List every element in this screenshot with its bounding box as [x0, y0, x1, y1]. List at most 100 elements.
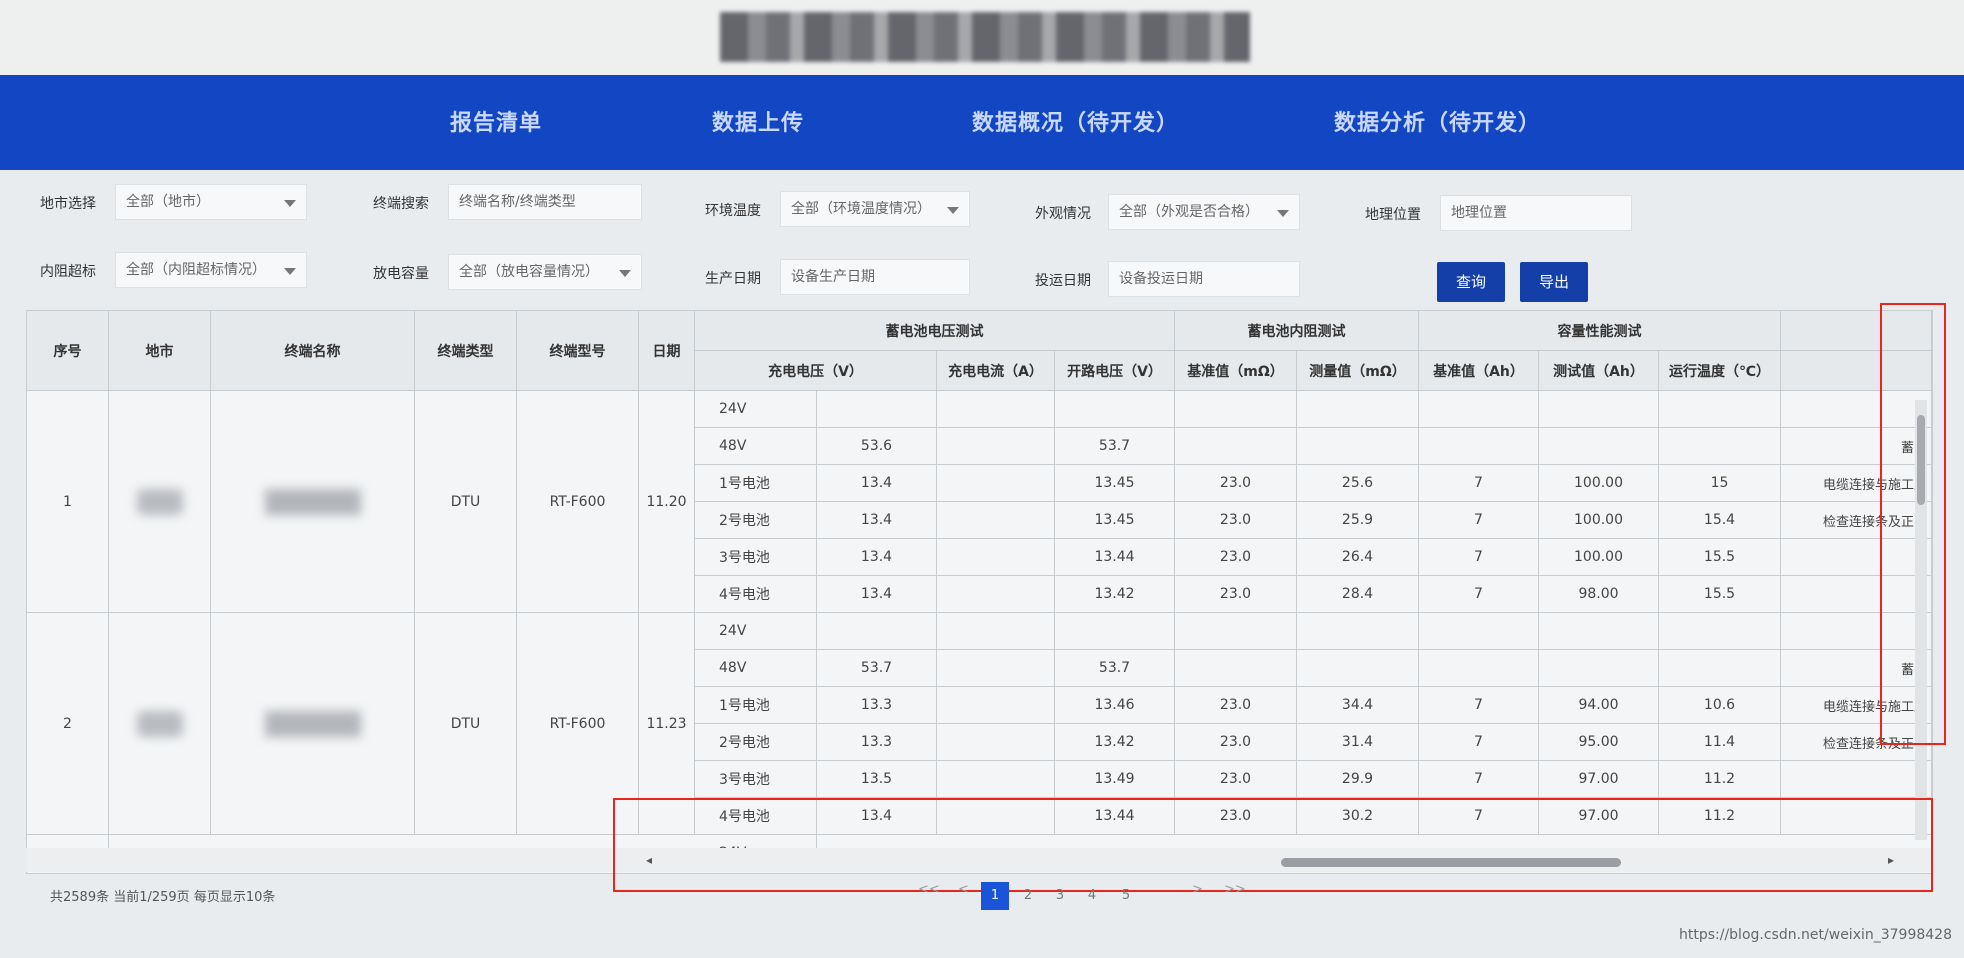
charge-current-value: [937, 613, 1055, 650]
terminal-search-input[interactable]: 终端名称/终端类型: [448, 184, 642, 220]
chevron-down-icon: [947, 207, 959, 214]
charge-current-value: [937, 761, 1055, 798]
charge-voltage-value: 13.4: [817, 576, 937, 613]
next-page-button[interactable]: >: [1192, 882, 1203, 910]
header-base-resist: 基准值（mΩ）: [1175, 351, 1297, 391]
page-5-button[interactable]: 5: [1112, 882, 1140, 910]
charge-voltage-value: [817, 391, 937, 428]
appearance-select[interactable]: 全部（外观是否合格）: [1108, 194, 1300, 230]
nav-data-upload[interactable]: 数据上传: [712, 105, 804, 137]
record-city-blurred: [109, 391, 211, 613]
highlight-box-vertical-scroll: [1880, 303, 1946, 745]
base-capacity-value: 7: [1419, 724, 1539, 761]
run-temp-value: 15.5: [1659, 539, 1781, 576]
temp-select[interactable]: 全部（环境温度情况）: [780, 191, 970, 227]
charge-voltage-value: 13.3: [817, 724, 937, 761]
measured-resist-value: 31.4: [1297, 724, 1419, 761]
run-temp-value: 15: [1659, 465, 1781, 502]
blurred-city: [136, 710, 183, 737]
battery-row-name: 48V: [695, 428, 817, 465]
charge-current-value: [937, 502, 1055, 539]
test-capacity-value: [1539, 391, 1659, 428]
nav-data-analysis[interactable]: 数据分析（待开发）: [1334, 105, 1541, 137]
commission-date-input[interactable]: 设备投运日期: [1108, 261, 1300, 297]
appearance-select-value: 全部（外观是否合格）: [1119, 204, 1259, 220]
header-charge-current: 充电电流（A）: [937, 351, 1055, 391]
charge-current-value: [937, 539, 1055, 576]
header-city: 地市: [109, 311, 211, 391]
header-group-voltage: 蓄电池电压测试: [695, 311, 1175, 351]
test-capacity-value: [1539, 613, 1659, 650]
header-group-resist: 蓄电池内阻测试: [1175, 311, 1419, 351]
open-voltage-value: 13.44: [1055, 539, 1175, 576]
run-temp-value: 15.5: [1659, 576, 1781, 613]
measured-resist-value: 26.4: [1297, 539, 1419, 576]
query-button[interactable]: 查询: [1437, 262, 1505, 302]
blurred-title: [720, 12, 1250, 62]
base-resist-value: [1175, 613, 1297, 650]
header-date: 日期: [639, 311, 695, 391]
base-resist-value: 23.0: [1175, 761, 1297, 798]
location-input[interactable]: 地理位置: [1440, 195, 1632, 231]
prev-page-button[interactable]: <: [958, 882, 969, 910]
measured-resist-value: [1297, 391, 1419, 428]
open-voltage-value: [1055, 391, 1175, 428]
charge-voltage-value: 13.4: [817, 465, 937, 502]
test-capacity-value: 100.00: [1539, 465, 1659, 502]
city-select-value: 全部（地市）: [126, 194, 210, 210]
open-voltage-value: 13.49: [1055, 761, 1175, 798]
battery-row-name: 1号电池: [695, 687, 817, 724]
charge-current-value: [937, 724, 1055, 761]
battery-row-name: 3号电池: [695, 761, 817, 798]
location-placeholder: 地理位置: [1451, 205, 1507, 221]
page-3-button[interactable]: 3: [1046, 882, 1074, 910]
page-1-button[interactable]: 1: [981, 882, 1009, 910]
production-date-input[interactable]: 设备生产日期: [780, 259, 970, 295]
resist-select[interactable]: 全部（内阻超标情况）: [115, 252, 307, 288]
city-select[interactable]: 全部（地市）: [115, 184, 307, 220]
header-terminal-type: 终端类型: [415, 311, 517, 391]
header-measured-resist: 测量值（mΩ）: [1297, 351, 1419, 391]
record-seq: 1: [27, 391, 109, 613]
export-button[interactable]: 导出: [1520, 262, 1588, 302]
open-voltage-value: 13.45: [1055, 502, 1175, 539]
last-page-button[interactable]: >>: [1224, 882, 1246, 910]
open-voltage-value: 13.42: [1055, 576, 1175, 613]
blurred-city: [136, 488, 183, 515]
nav-report-list[interactable]: 报告清单: [450, 105, 542, 137]
header-terminal-model: 终端型号: [517, 311, 639, 391]
nav-data-overview[interactable]: 数据概况（待开发）: [972, 105, 1179, 137]
page-4-button[interactable]: 4: [1078, 882, 1106, 910]
test-capacity-value: 98.00: [1539, 576, 1659, 613]
run-temp-value: [1659, 391, 1781, 428]
base-resist-value: 23.0: [1175, 465, 1297, 502]
base-capacity-value: [1419, 428, 1539, 465]
base-resist-value: 23.0: [1175, 687, 1297, 724]
base-capacity-value: [1419, 650, 1539, 687]
page-2-button[interactable]: 2: [1014, 882, 1042, 910]
appearance-label: 外观情况: [1035, 206, 1091, 222]
run-temp-value: 11.4: [1659, 724, 1781, 761]
commission-date-label: 投运日期: [1035, 273, 1091, 289]
open-voltage-value: 13.42: [1055, 724, 1175, 761]
watermark-url: https://blog.csdn.net/weixin_37998428: [1678, 927, 1952, 943]
test-capacity-value: 100.00: [1539, 539, 1659, 576]
first-page-button[interactable]: <<: [918, 882, 940, 910]
main-navbar: 报告清单 数据上传 数据概况（待开发） 数据分析（待开发）: [0, 75, 1964, 170]
note-value: [1781, 761, 1932, 798]
battery-row-name: 4号电池: [695, 576, 817, 613]
run-temp-value: 11.2: [1659, 761, 1781, 798]
base-capacity-value: 7: [1419, 539, 1539, 576]
discharge-select[interactable]: 全部（放电容量情况）: [448, 254, 642, 290]
charge-voltage-value: 53.7: [817, 650, 937, 687]
charge-voltage-value: 13.4: [817, 502, 937, 539]
chevron-down-icon: [1277, 210, 1289, 217]
record-seq: 2: [27, 613, 109, 835]
highlight-box-horizontal-scroll: [613, 798, 1933, 892]
test-capacity-value: [1539, 428, 1659, 465]
run-temp-value: [1659, 613, 1781, 650]
charge-current-value: [937, 428, 1055, 465]
record-terminal-type: DTU: [415, 391, 517, 613]
measured-resist-value: 25.9: [1297, 502, 1419, 539]
base-capacity-value: [1419, 391, 1539, 428]
